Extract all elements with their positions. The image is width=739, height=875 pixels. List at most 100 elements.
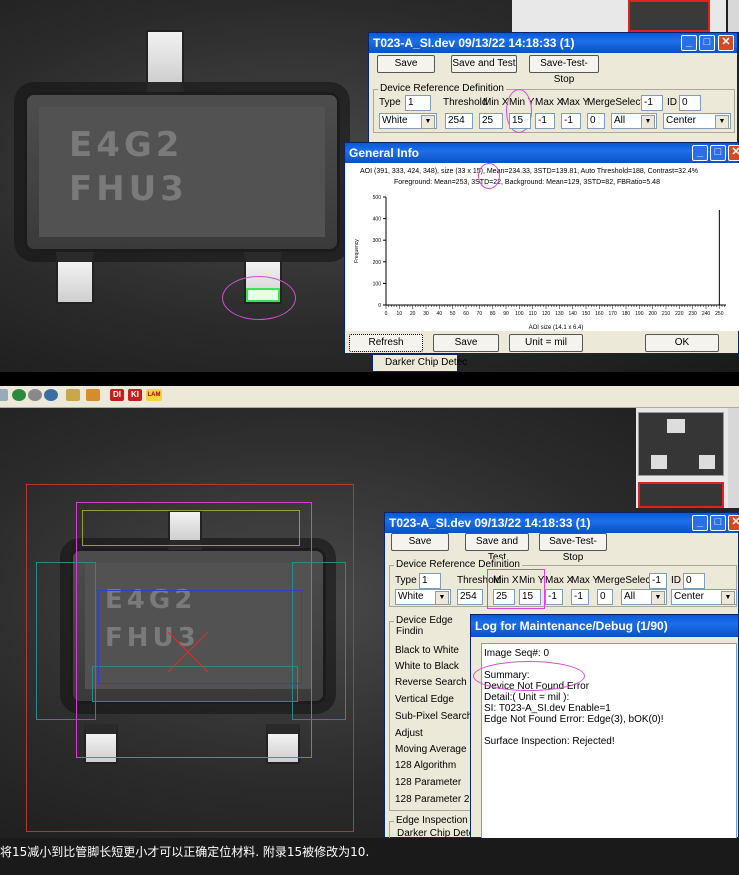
- toolbar: DI KI LAM: [0, 386, 739, 408]
- top-device-dialog: T023-A_SI.dev 09/13/22 14:18:33 (1) _ □ …: [368, 32, 738, 157]
- size-annotation-ellipse: [478, 163, 500, 189]
- stop-icon[interactable]: [28, 389, 42, 401]
- log-line: Surface Inspection: Rejected!: [484, 736, 615, 747]
- histogram-save-button[interactable]: Save: [433, 334, 499, 352]
- minimize-icon[interactable]: _: [692, 145, 708, 161]
- ok-button[interactable]: OK: [645, 334, 719, 352]
- miny-field[interactable]: 15: [509, 113, 531, 129]
- chip-marking-line2: FHU3: [69, 169, 188, 209]
- edge-item-sub-pixel-search[interactable]: Sub-Pixel Search: [395, 711, 472, 722]
- x-tick-label: 190: [635, 311, 644, 317]
- x-tick-label: 70: [477, 311, 483, 317]
- bottom-polarity-select[interactable]: White: [395, 589, 451, 605]
- edge-item-black-to-white[interactable]: Black to White: [395, 645, 459, 656]
- merge-field[interactable]: 0: [587, 113, 605, 129]
- bottom-save-and-test-button[interactable]: Save and Test: [465, 533, 529, 563]
- type-field[interactable]: 1: [405, 95, 431, 111]
- toolbar-partial-icon[interactable]: [0, 389, 8, 401]
- close-icon[interactable]: ✕: [728, 515, 739, 531]
- maxx-field[interactable]: -1: [535, 113, 555, 129]
- log-line: SI: T023-A_SI.dev Enable=1: [484, 703, 611, 714]
- close-icon[interactable]: ✕: [718, 35, 734, 51]
- folder-icon[interactable]: [86, 389, 100, 401]
- bottom-threshold-field[interactable]: 254: [457, 589, 483, 605]
- summary-annotation-ellipse: [473, 661, 585, 691]
- maximize-icon[interactable]: □: [710, 145, 726, 161]
- mergeselect-field[interactable]: -1: [641, 95, 663, 111]
- general-info-body: AOI (391, 333, 424, 348), size (33 x 15)…: [346, 163, 739, 331]
- x-tick-label: 170: [608, 311, 617, 317]
- minx-field[interactable]: 25: [479, 113, 503, 129]
- bottom-maxy-header: Max Y: [571, 575, 600, 586]
- info-line-2: Foreground: Mean=253, 3STD=22, Backgroun…: [394, 179, 660, 186]
- bottom-merge-field[interactable]: 0: [597, 589, 613, 605]
- x-tick-label: 230: [688, 311, 697, 317]
- edge-item-adjust[interactable]: Adjust: [395, 728, 423, 739]
- unit-button[interactable]: Unit = mil: [509, 334, 583, 352]
- y-tick-label: 200: [373, 260, 382, 266]
- bottom-maxx-field[interactable]: -1: [545, 589, 563, 605]
- log-line: Detail:( Unit = mil ):: [484, 692, 570, 703]
- log-line: Edge Not Found Error: Edge(3), bOK(0)!: [484, 714, 664, 725]
- threshold-header: Threshold: [443, 97, 488, 108]
- center-select[interactable]: Center: [663, 113, 731, 129]
- id-field[interactable]: 0: [679, 95, 701, 111]
- save-button[interactable]: Save: [377, 55, 435, 73]
- bottom-type-field[interactable]: 1: [419, 573, 441, 589]
- x-tick-label: 250: [715, 311, 724, 317]
- bottom-center-select[interactable]: Center: [671, 589, 737, 605]
- edge-item-128-parameter-2[interactable]: 128 Parameter 2: [395, 794, 470, 805]
- pad-annotation-ellipse: [222, 276, 296, 320]
- bottom-mergeselect-header: MergeSelect: [597, 575, 654, 586]
- edge-item-128-parameter[interactable]: 128 Parameter: [395, 777, 461, 788]
- maxy-field[interactable]: -1: [561, 113, 581, 129]
- edge-item-white-to-black[interactable]: White to Black: [395, 661, 459, 672]
- polarity-select[interactable]: White: [379, 113, 437, 129]
- lam-icon[interactable]: LAM: [146, 389, 162, 401]
- refresh-button[interactable]: Refresh: [349, 334, 423, 352]
- di-icon[interactable]: DI: [110, 389, 124, 401]
- bottom-save-button[interactable]: Save: [391, 533, 449, 551]
- bottom-dialog-titlebar[interactable]: T023-A_SI.dev 09/13/22 14:18:33 (1) _ □ …: [385, 513, 739, 533]
- general-info-titlebar[interactable]: General Info _ □ ✕: [345, 143, 739, 163]
- all-select[interactable]: All: [611, 113, 657, 129]
- pause-icon[interactable]: [44, 389, 58, 401]
- edge-item-moving-average[interactable]: Moving Average: [395, 744, 467, 755]
- top-pin: [146, 30, 184, 92]
- caption-text: 将15减小到比管脚长短更小才可以正确定位材料. 附录15被修改为10.: [0, 845, 370, 859]
- general-info-window: General Info _ □ ✕ AOI (391, 333, 424, 3…: [344, 142, 739, 354]
- bottom-mergeselect-field[interactable]: -1: [649, 573, 667, 589]
- bottom-maxy-field[interactable]: -1: [571, 589, 589, 605]
- maximize-icon[interactable]: □: [699, 35, 715, 51]
- log-titlebar[interactable]: Log for Maintenance/Debug (1/90): [471, 615, 738, 637]
- minimize-icon[interactable]: _: [692, 515, 708, 531]
- x-tick-label: 240: [702, 311, 711, 317]
- y-tick-label: 500: [373, 195, 382, 201]
- save-and-test-button[interactable]: Save and Test: [451, 55, 517, 73]
- histogram-chart: 500 400 300 200 100 00 10 20 30 40 50 60 70 80 90 100 11…: [354, 195, 726, 331]
- close-icon[interactable]: ✕: [728, 145, 739, 161]
- x-tick-label: 150: [582, 311, 591, 317]
- top-dialog-titlebar[interactable]: T023-A_SI.dev 09/13/22 14:18:33 (1) _ □ …: [369, 33, 737, 53]
- maximize-icon[interactable]: □: [710, 515, 726, 531]
- run-icon[interactable]: [12, 389, 26, 401]
- x-axis-label: AOI size (14.1 x 6.4): [529, 325, 584, 331]
- edge-item-reverse-search[interactable]: Reverse Search: [395, 677, 467, 688]
- ki-icon[interactable]: KI: [128, 389, 142, 401]
- maxy-header: Max Y: [561, 97, 590, 108]
- bottom-all-select[interactable]: All: [621, 589, 667, 605]
- edge-item-128-algorithm[interactable]: 128 Algorithm: [395, 760, 456, 771]
- minimize-icon[interactable]: _: [681, 35, 697, 51]
- x-tick-label: 60: [463, 311, 469, 317]
- mergeselect-header: MergeSelect: [587, 97, 644, 108]
- bottom-save-test-stop-button[interactable]: Save-Test-Stop: [539, 533, 607, 563]
- chart-icon[interactable]: [66, 389, 80, 401]
- log-line: Image Seq#: 0: [484, 648, 550, 659]
- bottom-id-field[interactable]: 0: [683, 573, 705, 589]
- darker-chip-partial: Darker Chip Detec: [372, 354, 467, 372]
- threshold-field[interactable]: 254: [445, 113, 473, 129]
- x-tick-label: 220: [675, 311, 684, 317]
- edge-item-vertical-edge[interactable]: Vertical Edge: [395, 694, 454, 705]
- save-test-stop-button[interactable]: Save-Test-Stop: [529, 55, 599, 85]
- bottom-left-pin: [56, 252, 94, 304]
